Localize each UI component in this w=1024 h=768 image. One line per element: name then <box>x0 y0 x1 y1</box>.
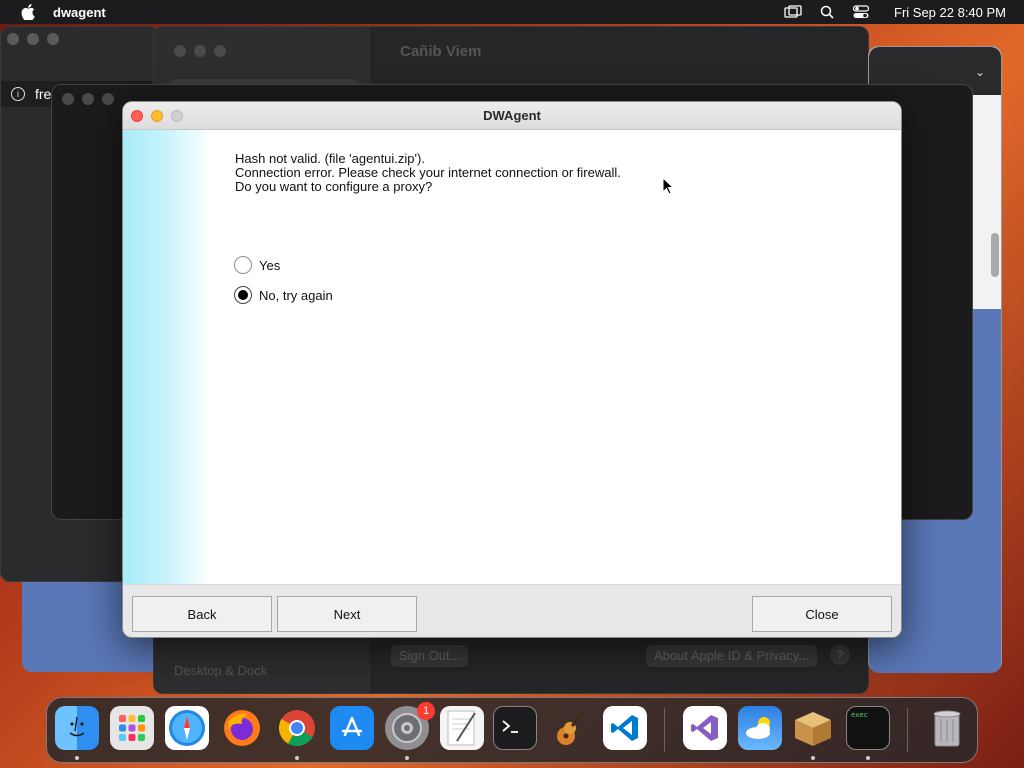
next-button[interactable]: Next <box>277 596 417 632</box>
back-button[interactable]: Back <box>132 596 272 632</box>
about-apple-id-button[interactable]: About Apple ID & Privacy... <box>646 645 818 667</box>
installer-icon[interactable] <box>791 706 835 750</box>
exec-icon[interactable]: exec <box>846 706 890 750</box>
scrollbar[interactable] <box>991 233 999 277</box>
sidebar-item-desktop-dock[interactable]: Desktop & Dock <box>174 663 267 678</box>
dark-window-traffic-lights <box>62 93 114 105</box>
browser-traffic-lights <box>7 33 59 45</box>
screen-mirroring-icon[interactable] <box>784 5 802 19</box>
vscode-icon[interactable] <box>603 706 647 750</box>
option-no-try-again[interactable]: No, try again <box>234 286 333 304</box>
mouse-cursor-icon <box>662 177 674 195</box>
dock: 1 exec <box>46 697 978 763</box>
running-indicator <box>295 756 299 760</box>
chrome-icon[interactable] <box>275 706 319 750</box>
option-no-label[interactable]: No, try again <box>259 288 333 303</box>
running-indicator <box>811 756 815 760</box>
dialog-side-gradient <box>123 130 211 584</box>
firefox-icon[interactable] <box>220 706 264 750</box>
sign-out-button[interactable]: Sign Out... <box>391 645 469 667</box>
info-icon: i <box>11 87 25 101</box>
dock-separator <box>907 708 908 752</box>
option-yes-label[interactable]: Yes <box>259 258 280 273</box>
radio-yes[interactable] <box>234 256 252 274</box>
search-icon[interactable] <box>818 5 836 19</box>
system-settings-icon[interactable]: 1 <box>385 702 435 750</box>
message-line: Do you want to configure a proxy? <box>235 179 433 194</box>
terminal-icon[interactable] <box>493 706 537 750</box>
option-yes[interactable]: Yes <box>234 256 280 274</box>
running-indicator <box>405 756 409 760</box>
chevron-down-icon[interactable]: ⌄ <box>975 65 985 79</box>
dialog-footer: Back Next Close <box>123 584 901 637</box>
help-button[interactable]: ? <box>830 645 850 665</box>
dialog-titlebar[interactable]: DWAgent <box>123 102 901 130</box>
control-center-icon[interactable] <box>852 5 870 19</box>
message-line: Connection error. Please check your inte… <box>235 165 621 180</box>
apple-menu-icon[interactable] <box>19 3 37 21</box>
menu-bar: dwagent Fri Sep 22 8:40 PM <box>0 0 1024 24</box>
visual-studio-icon[interactable] <box>683 706 727 750</box>
finder-icon[interactable] <box>55 706 99 750</box>
settings-window-title: Cañib Viem <box>400 43 482 60</box>
dialog-title: DWAgent <box>483 108 541 123</box>
dwagent-dialog: DWAgent Hash not valid. (file 'agentui.z… <box>122 101 902 638</box>
message-line: Hash not valid. (file 'agentui.zip'). <box>235 151 425 166</box>
settings-traffic-lights <box>174 45 226 57</box>
safari-icon[interactable] <box>165 706 209 750</box>
notification-badge: 1 <box>417 702 435 720</box>
weather-icon[interactable] <box>738 706 782 750</box>
menu-bar-clock[interactable]: Fri Sep 22 8:40 PM <box>894 5 1006 20</box>
app-store-icon[interactable] <box>330 706 374 750</box>
running-indicator <box>75 756 79 760</box>
textedit-icon[interactable] <box>440 706 484 750</box>
close-button[interactable]: Close <box>752 596 892 632</box>
garageband-icon[interactable] <box>548 706 592 750</box>
error-message: Hash not valid. (file 'agentui.zip'). Co… <box>235 152 621 194</box>
radio-no-try-again[interactable] <box>234 286 252 304</box>
running-indicator <box>866 756 870 760</box>
dock-separator <box>664 708 665 752</box>
launchpad-icon[interactable] <box>110 706 154 750</box>
trash-icon[interactable] <box>925 706 969 750</box>
app-menu-name[interactable]: dwagent <box>53 5 106 20</box>
